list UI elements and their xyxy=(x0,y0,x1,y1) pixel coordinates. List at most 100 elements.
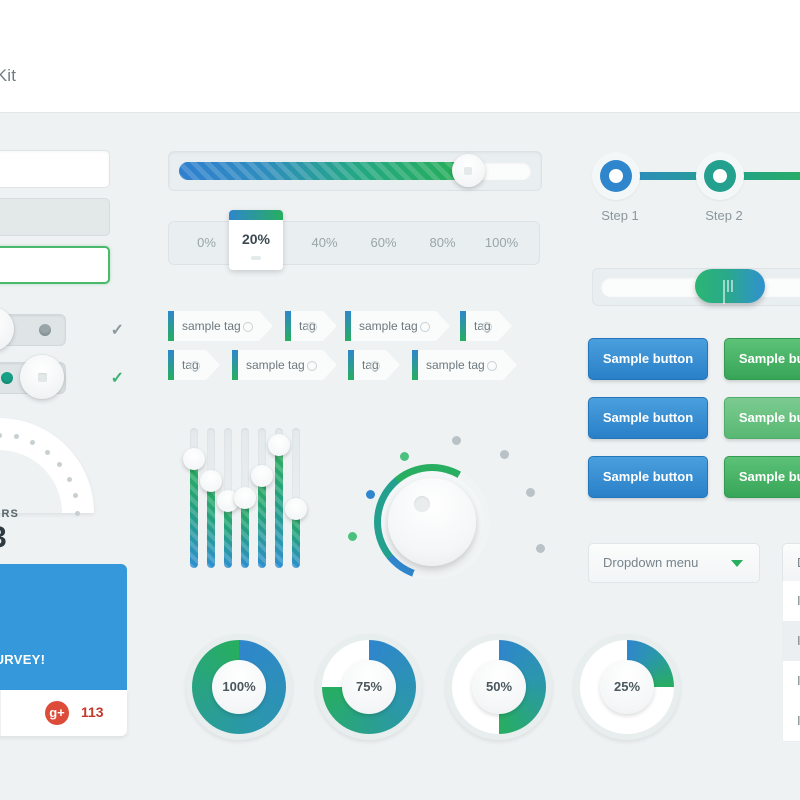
percent-step-5[interactable]: 100% xyxy=(472,228,531,258)
tag-close-icon[interactable] xyxy=(370,361,380,371)
sample-button[interactable]: Sample button xyxy=(724,456,800,498)
tag-accent-bar xyxy=(345,311,351,341)
percent-step-selected[interactable]: 20% xyxy=(229,210,283,270)
dropdown-open-header[interactable]: D xyxy=(782,543,800,583)
percent-step-4[interactable]: 80% xyxy=(413,228,472,258)
horizontal-slider[interactable] xyxy=(592,268,800,306)
tag-chip[interactable]: sample tag xyxy=(345,311,450,341)
selected-step-label: 20% xyxy=(241,231,271,247)
equalizer-slider[interactable] xyxy=(268,428,290,568)
knob-indicator-dot xyxy=(526,488,535,497)
percent-step-2[interactable]: 40% xyxy=(295,228,354,258)
tag-close-icon[interactable] xyxy=(482,322,492,332)
gauge-label: ORS xyxy=(0,508,19,520)
logo-subtitle: rface Kit xyxy=(0,66,17,85)
tag-chip[interactable]: tag xyxy=(168,350,220,380)
circular-progress: 100% xyxy=(186,634,292,740)
equalizer-fill xyxy=(190,458,198,568)
progress-slider[interactable] xyxy=(168,151,542,191)
tag-accent-bar xyxy=(168,350,174,380)
slider-handle[interactable] xyxy=(695,269,765,304)
tag-chip[interactable]: sample tag xyxy=(232,350,337,380)
equalizer-fill xyxy=(207,481,215,568)
survey-share-bar: 198 g+ 113 xyxy=(0,690,127,736)
dropdown-item[interactable]: It xyxy=(782,701,800,742)
knob-indicator-dot xyxy=(400,452,409,461)
sample-button[interactable]: Sample button xyxy=(588,338,708,380)
percent-step-0[interactable]: 0% xyxy=(177,228,236,258)
equalizer-slider[interactable] xyxy=(251,428,273,568)
tag-chip[interactable]: tag xyxy=(460,311,512,341)
toggle-switch-off[interactable]: ✕ ✓ xyxy=(0,306,128,351)
google-plus-icon: g+ xyxy=(45,701,69,725)
tag-accent-bar xyxy=(232,350,238,380)
share-google-plus[interactable]: g+ 113 xyxy=(0,690,104,736)
equalizer-slider[interactable] xyxy=(285,428,307,568)
equalizer-handle[interactable] xyxy=(200,470,222,493)
equalizer-slider[interactable] xyxy=(217,428,239,568)
equalizer-fill xyxy=(275,444,283,568)
step-2-node[interactable] xyxy=(704,160,736,192)
check-icon: ✓ xyxy=(110,370,124,387)
step-1-node[interactable] xyxy=(600,160,632,192)
progress-fill xyxy=(179,162,468,180)
tag-chip[interactable]: sample tag xyxy=(412,350,517,380)
rotary-knob[interactable] xyxy=(374,464,490,580)
percent-step-bar[interactable]: 0% 40% 60% 80% 100% xyxy=(168,221,540,265)
equalizer-sliders xyxy=(183,428,308,568)
equalizer-handle[interactable] xyxy=(285,498,307,521)
knob-indicator-dot xyxy=(536,544,545,553)
dropdown-menu[interactable]: Dropdown menu xyxy=(588,543,760,583)
equalizer-handle[interactable] xyxy=(183,447,205,470)
dropdown-item[interactable]: It xyxy=(782,621,800,662)
sample-button[interactable]: Sample button xyxy=(724,338,800,380)
percent-step-3[interactable]: 60% xyxy=(354,228,413,258)
gauge-tick xyxy=(72,493,78,499)
gauge-tick xyxy=(45,449,51,455)
tag-close-icon[interactable] xyxy=(307,361,317,371)
page-header: UI rface Kit xyxy=(0,0,800,113)
dropdown-item[interactable]: It xyxy=(782,581,800,622)
equalizer-slider[interactable] xyxy=(200,428,222,568)
toggle-knob[interactable] xyxy=(20,355,64,399)
knob-cap[interactable] xyxy=(388,478,476,566)
equalizer-handle[interactable] xyxy=(251,464,273,487)
equalizer-slider[interactable] xyxy=(183,428,205,568)
step-indicator: Step 1 Step 2 xyxy=(588,150,800,223)
tag-label: sample tag xyxy=(359,319,418,333)
tag-close-icon[interactable] xyxy=(420,322,430,332)
text-input-default[interactable] xyxy=(0,150,110,188)
equalizer-handle[interactable] xyxy=(268,433,290,456)
equalizer-handle[interactable] xyxy=(234,487,256,509)
tag-close-icon[interactable] xyxy=(487,361,497,371)
survey-headline: ING OUR SURVEY! xyxy=(0,652,46,667)
tag-chip[interactable]: tag xyxy=(285,311,337,341)
tag-accent-bar xyxy=(285,311,291,341)
progress-ring-label: 25% xyxy=(613,679,641,694)
dropdown-item[interactable]: It xyxy=(782,661,800,702)
knob-indicator-dot xyxy=(500,450,509,459)
gauge-tick xyxy=(0,432,2,438)
progress-track[interactable] xyxy=(179,154,531,187)
survey-subline: share it! xyxy=(0,672,129,688)
step-1-label: Step 1 xyxy=(601,208,639,223)
sample-button[interactable]: Sample button xyxy=(588,397,708,439)
tag-chip[interactable]: tag xyxy=(348,350,400,380)
chevron-down-icon xyxy=(731,560,743,567)
sample-button[interactable]: Sample button xyxy=(588,456,708,498)
tag-close-icon[interactable] xyxy=(307,322,317,332)
progress-ring-label: 50% xyxy=(485,679,513,694)
tag-close-icon[interactable] xyxy=(190,361,200,371)
gauge-tick xyxy=(74,510,80,516)
check-icon: ✓ xyxy=(110,322,124,339)
text-input-focused[interactable] xyxy=(0,246,110,284)
progress-handle[interactable] xyxy=(451,154,485,187)
tag-accent-bar xyxy=(412,350,418,380)
equalizer-slider[interactable] xyxy=(234,428,256,568)
toggle-switch-on[interactable]: ✕ ✓ xyxy=(0,354,128,399)
tag-label: sample tag xyxy=(182,319,241,333)
tag-chip[interactable]: sample tag xyxy=(168,311,273,341)
sample-button[interactable]: Sample button xyxy=(724,397,800,439)
toggle-indicator-dot xyxy=(1,372,13,384)
tag-close-icon[interactable] xyxy=(243,322,253,332)
